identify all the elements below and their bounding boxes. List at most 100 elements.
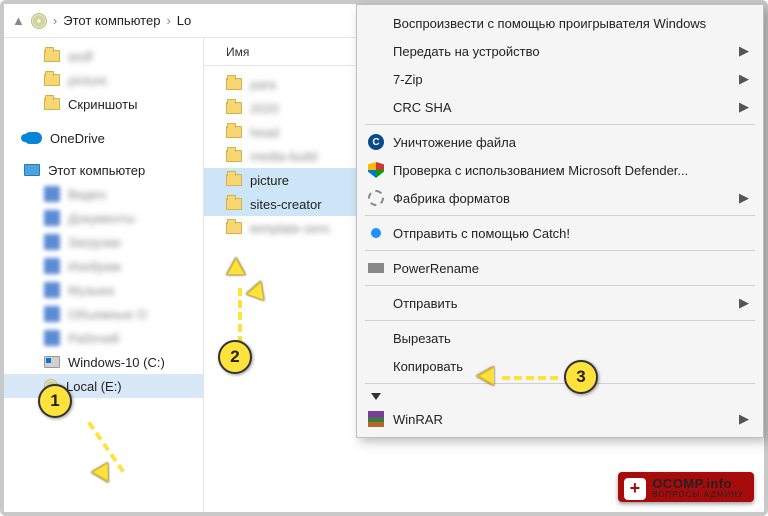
ctx-separator	[365, 285, 755, 286]
ctx-separator	[365, 215, 755, 216]
nav-sub[interactable]: Объемные O	[4, 302, 203, 326]
file-name: media-build	[250, 149, 317, 164]
annotation-arrow-head	[228, 260, 244, 274]
nav-sub[interactable]: Музыка	[4, 278, 203, 302]
ctx-catch[interactable]: Отправить с помощью Catch!	[357, 219, 763, 247]
folder-icon	[226, 78, 242, 90]
submenu-arrow-icon: ▶	[739, 99, 749, 115]
library-icon	[44, 306, 60, 322]
ctx-separator	[365, 250, 755, 251]
onedrive-icon	[24, 132, 42, 144]
annotation-arrow	[238, 288, 242, 344]
nav-onedrive[interactable]: OneDrive	[4, 126, 203, 150]
catch-icon	[371, 228, 381, 238]
ctx-label: Передать на устройство	[393, 44, 540, 59]
nav-this-pc[interactable]: Этот компьютер	[4, 158, 203, 182]
nav-sub[interactable]: Документы	[4, 206, 203, 230]
defender-shield-icon	[368, 162, 384, 178]
rename-icon	[368, 263, 384, 273]
nav-sub[interactable]: Изображ	[4, 254, 203, 278]
ctx-format-factory[interactable]: Фабрика форматов ▶	[357, 184, 763, 212]
watermark-subtext: ВОПРОСЫ АДМИНУ	[652, 491, 744, 500]
expand-down-icon	[371, 393, 381, 400]
folder-icon	[226, 126, 242, 138]
nav-label: asdf	[68, 49, 93, 64]
submenu-arrow-icon: ▶	[739, 190, 749, 206]
ctx-copy[interactable]: Копировать	[357, 352, 763, 380]
gear-icon	[368, 190, 384, 206]
nav-label: OneDrive	[50, 131, 105, 146]
nav-folder[interactable]: picture	[4, 68, 203, 92]
file-name: template-zero	[250, 221, 329, 236]
breadcrumb-this-pc[interactable]: Этот компьютер	[63, 13, 160, 28]
library-icon	[44, 258, 60, 274]
ctx-label: WinRAR	[393, 412, 443, 427]
ctx-crc[interactable]: CRC SHA▶	[357, 93, 763, 121]
file-name: head	[250, 125, 279, 140]
breadcrumb-drive[interactable]: Lo	[177, 13, 191, 28]
ctx-send-to[interactable]: Отправить▶	[357, 289, 763, 317]
nav-sub[interactable]: Рабочий	[4, 326, 203, 350]
nav-sub[interactable]: Загрузки	[4, 230, 203, 254]
chevron-right-icon: ›	[166, 13, 170, 28]
ctx-label: Отправить с помощью Catch!	[393, 226, 570, 241]
submenu-arrow-icon: ▶	[739, 43, 749, 59]
ctx-expand[interactable]	[357, 387, 763, 405]
file-name: sites-creator	[250, 197, 322, 212]
ctx-label: Уничтожение файла	[393, 135, 516, 150]
winrar-icon	[368, 411, 384, 427]
nav-label: Видео	[68, 187, 106, 202]
annotation-arrow	[502, 376, 558, 380]
submenu-arrow-icon: ▶	[739, 411, 749, 427]
library-icon	[44, 186, 60, 202]
folder-icon	[44, 50, 60, 62]
nav-label: Загрузки	[68, 235, 120, 250]
ctx-7zip[interactable]: 7-Zip▶	[357, 65, 763, 93]
ctx-cut[interactable]: Вырезать	[357, 324, 763, 352]
context-menu[interactable]: Воспроизвести с помощью проигрывателя Wi…	[356, 4, 764, 438]
folder-icon	[226, 102, 242, 114]
nav-label: picture	[68, 73, 107, 88]
nav-label: Рабочий	[68, 331, 119, 346]
chevron-right-icon: ›	[53, 13, 57, 28]
ctx-label: Отправить	[393, 296, 457, 311]
ctx-winrar[interactable]: WinRAR ▶	[357, 405, 763, 433]
ctx-label: Вырезать	[393, 331, 451, 346]
folder-icon	[226, 198, 242, 210]
ctx-label: Проверка с использованием Microsoft Defe…	[393, 163, 688, 178]
nav-label: Этот компьютер	[48, 163, 145, 178]
nav-label: Изображ	[68, 259, 121, 274]
nav-drive-c[interactable]: Windows-10 (С:)	[4, 350, 203, 374]
nav-folder[interactable]: asdf	[4, 44, 203, 68]
annotation-badge-3: 3	[564, 360, 598, 394]
nav-sub[interactable]: Видео	[4, 182, 203, 206]
folder-icon	[226, 222, 242, 234]
folder-icon	[44, 98, 60, 110]
ctx-separator	[365, 383, 755, 384]
ctx-play[interactable]: Воспроизвести с помощью проигрывателя Wi…	[357, 9, 763, 37]
folder-icon	[44, 74, 60, 86]
nav-drive-e[interactable]: Local (E:)	[4, 374, 203, 398]
file-name: para	[250, 77, 276, 92]
file-name: 2020	[250, 101, 279, 116]
ctx-cast[interactable]: Передать на устройство ▶	[357, 37, 763, 65]
library-icon	[44, 330, 60, 346]
nav-up-icon[interactable]: ▲	[12, 13, 25, 28]
plus-icon: +	[624, 478, 646, 500]
ctx-label: Воспроизвести с помощью проигрывателя Wi…	[393, 16, 706, 31]
disc-icon	[31, 13, 47, 29]
ctx-defender[interactable]: Проверка с использованием Microsoft Defe…	[357, 156, 763, 184]
watermark: + OCOMP.info ВОПРОСЫ АДМИНУ	[618, 472, 754, 502]
ctx-label: PowerRename	[393, 261, 479, 276]
annotation-badge-1: 1	[38, 384, 72, 418]
nav-label: Windows-10 (С:)	[68, 355, 165, 370]
library-icon	[44, 210, 60, 226]
ctx-separator	[365, 320, 755, 321]
ctx-label: Копировать	[393, 359, 463, 374]
ctx-label: Фабрика форматов	[393, 191, 510, 206]
ctx-powerrename[interactable]: PowerRename	[357, 254, 763, 282]
ctx-shred[interactable]: CУничтожение файла	[357, 128, 763, 156]
nav-label: Документы	[68, 211, 135, 226]
annotation-arrow-head	[480, 368, 494, 384]
nav-folder-screenshots[interactable]: Скриншоты	[4, 92, 203, 116]
